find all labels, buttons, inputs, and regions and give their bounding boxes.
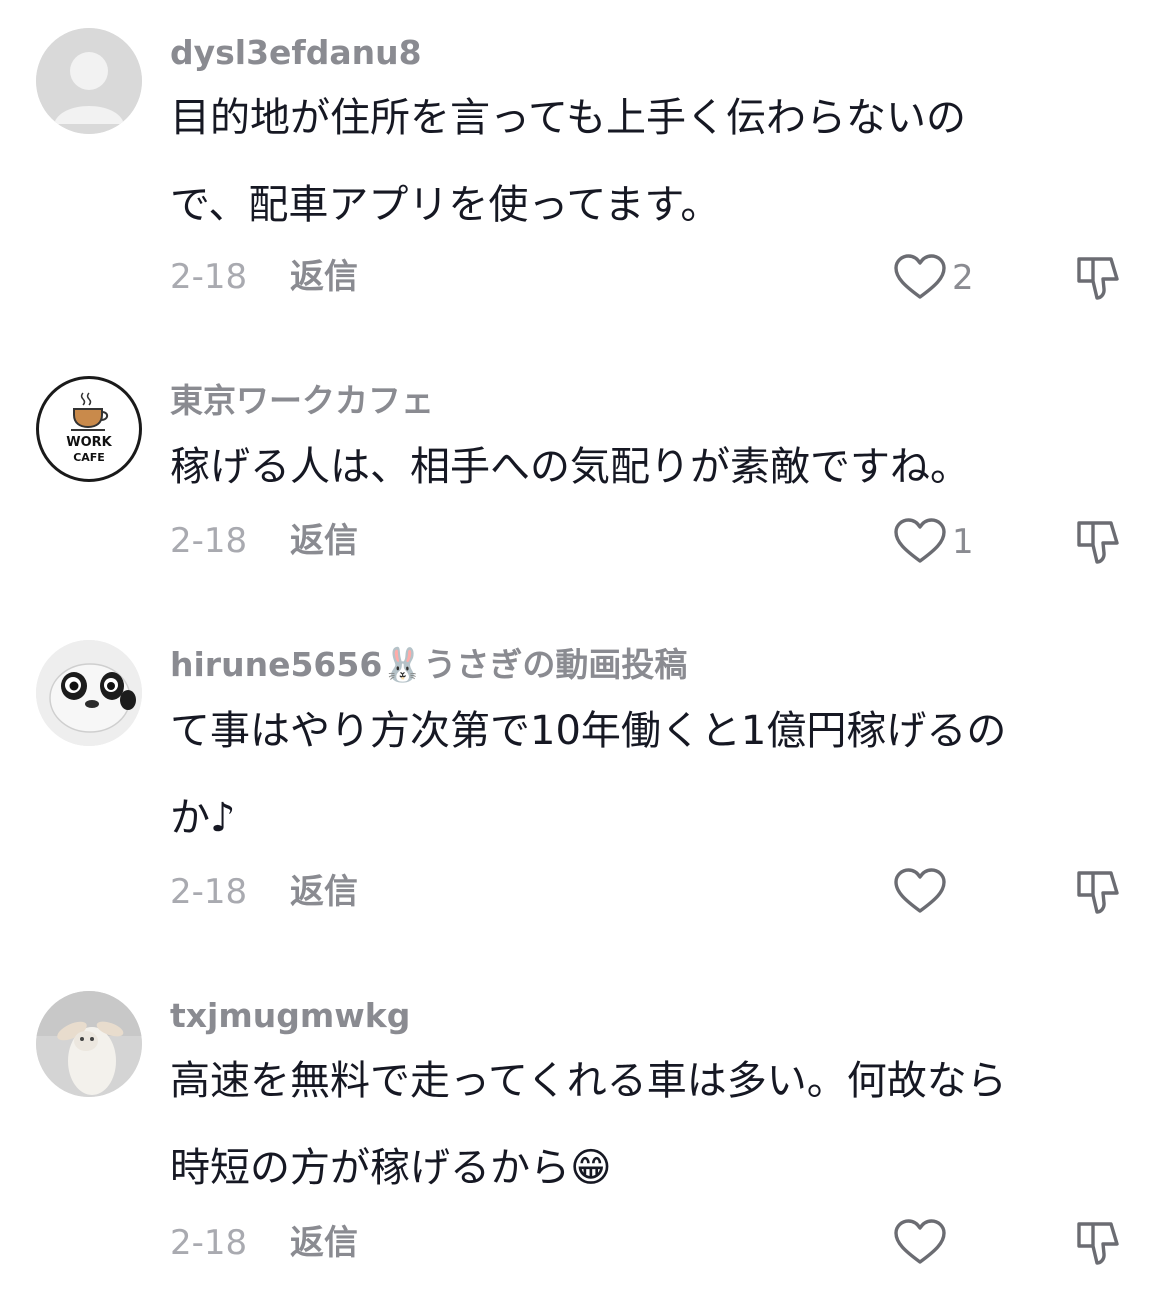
reply-button[interactable]: 返信 xyxy=(290,1223,358,1263)
comment-text-line: か♪ xyxy=(170,795,236,841)
avatar[interactable] xyxy=(36,991,142,1097)
comment-text-line: 高速を無料で走ってくれる車は多い。何故なら xyxy=(170,1058,1007,1104)
heart-icon[interactable] xyxy=(893,254,947,300)
thumbs-down-icon[interactable] xyxy=(1073,1218,1123,1268)
comment-meta: 2-18 返信 xyxy=(170,872,358,912)
username[interactable]: dysl3efdanu8 xyxy=(170,33,422,73)
heart-icon[interactable] xyxy=(893,518,947,564)
comment-date: 2-18 xyxy=(170,257,248,297)
comment-date: 2-18 xyxy=(170,1223,248,1263)
avatar[interactable] xyxy=(36,28,142,134)
avatar[interactable]: WORK CAFE xyxy=(36,376,142,482)
panda-rabbit-avatar-icon xyxy=(36,640,142,746)
comment-meta: 2-18 返信 xyxy=(170,257,358,297)
username[interactable]: 東京ワークカフェ xyxy=(170,381,434,421)
thumbs-down-icon[interactable] xyxy=(1073,517,1123,567)
comment-text-line: 稼げる人は、相手への気配りが素敵ですね。 xyxy=(170,444,970,490)
comment-text: 稼げる人は、相手への気配りが素敵ですね。 xyxy=(170,424,1130,511)
reply-button[interactable]: 返信 xyxy=(290,872,358,912)
default-avatar-icon xyxy=(36,28,142,134)
logo-text-cafe: CAFE xyxy=(73,451,105,464)
comment-meta: 2-18 返信 xyxy=(170,521,358,561)
goat-photo-avatar-icon xyxy=(36,991,142,1097)
reply-button[interactable]: 返信 xyxy=(290,521,358,561)
comment-date: 2-18 xyxy=(170,872,248,912)
username[interactable]: txjmugmwkg xyxy=(170,996,410,1036)
comment-date: 2-18 xyxy=(170,521,248,561)
comment-text: 高速を無料で走ってくれる車は多い。何故なら 時短の方が稼げるから😁 xyxy=(170,1038,1130,1212)
thumbs-down-icon[interactable] xyxy=(1073,867,1123,917)
like-count: 2 xyxy=(952,258,974,298)
heart-icon[interactable] xyxy=(893,868,947,914)
reply-button[interactable]: 返信 xyxy=(290,257,358,297)
username[interactable]: hirune5656🐰うさぎの動画投稿 xyxy=(170,645,687,685)
comment-text-line: て事はやり方次第で10年働くと1億円稼げるの xyxy=(170,708,1007,754)
comment-text-line: 目的地が住所を言っても上手く伝わらないの xyxy=(170,95,966,141)
comment-text-line: で、配車アプリを使ってます。 xyxy=(170,182,721,228)
work-cafe-logo-icon: WORK CAFE xyxy=(66,392,113,464)
comment-text: て事はやり方次第で10年働くと1億円稼げるの か♪ xyxy=(170,688,1130,862)
comment-meta: 2-18 返信 xyxy=(170,1223,358,1263)
avatar[interactable] xyxy=(36,640,142,746)
logo-text-work: WORK xyxy=(66,435,112,450)
comment-text: 目的地が住所を言っても上手く伝わらないの で、配車アプリを使ってます。 xyxy=(170,75,1130,249)
heart-icon[interactable] xyxy=(893,1219,947,1265)
like-count: 1 xyxy=(952,522,974,562)
thumbs-down-icon[interactable] xyxy=(1073,253,1123,303)
comment-text-line: 時短の方が稼げるから😁 xyxy=(170,1145,612,1191)
